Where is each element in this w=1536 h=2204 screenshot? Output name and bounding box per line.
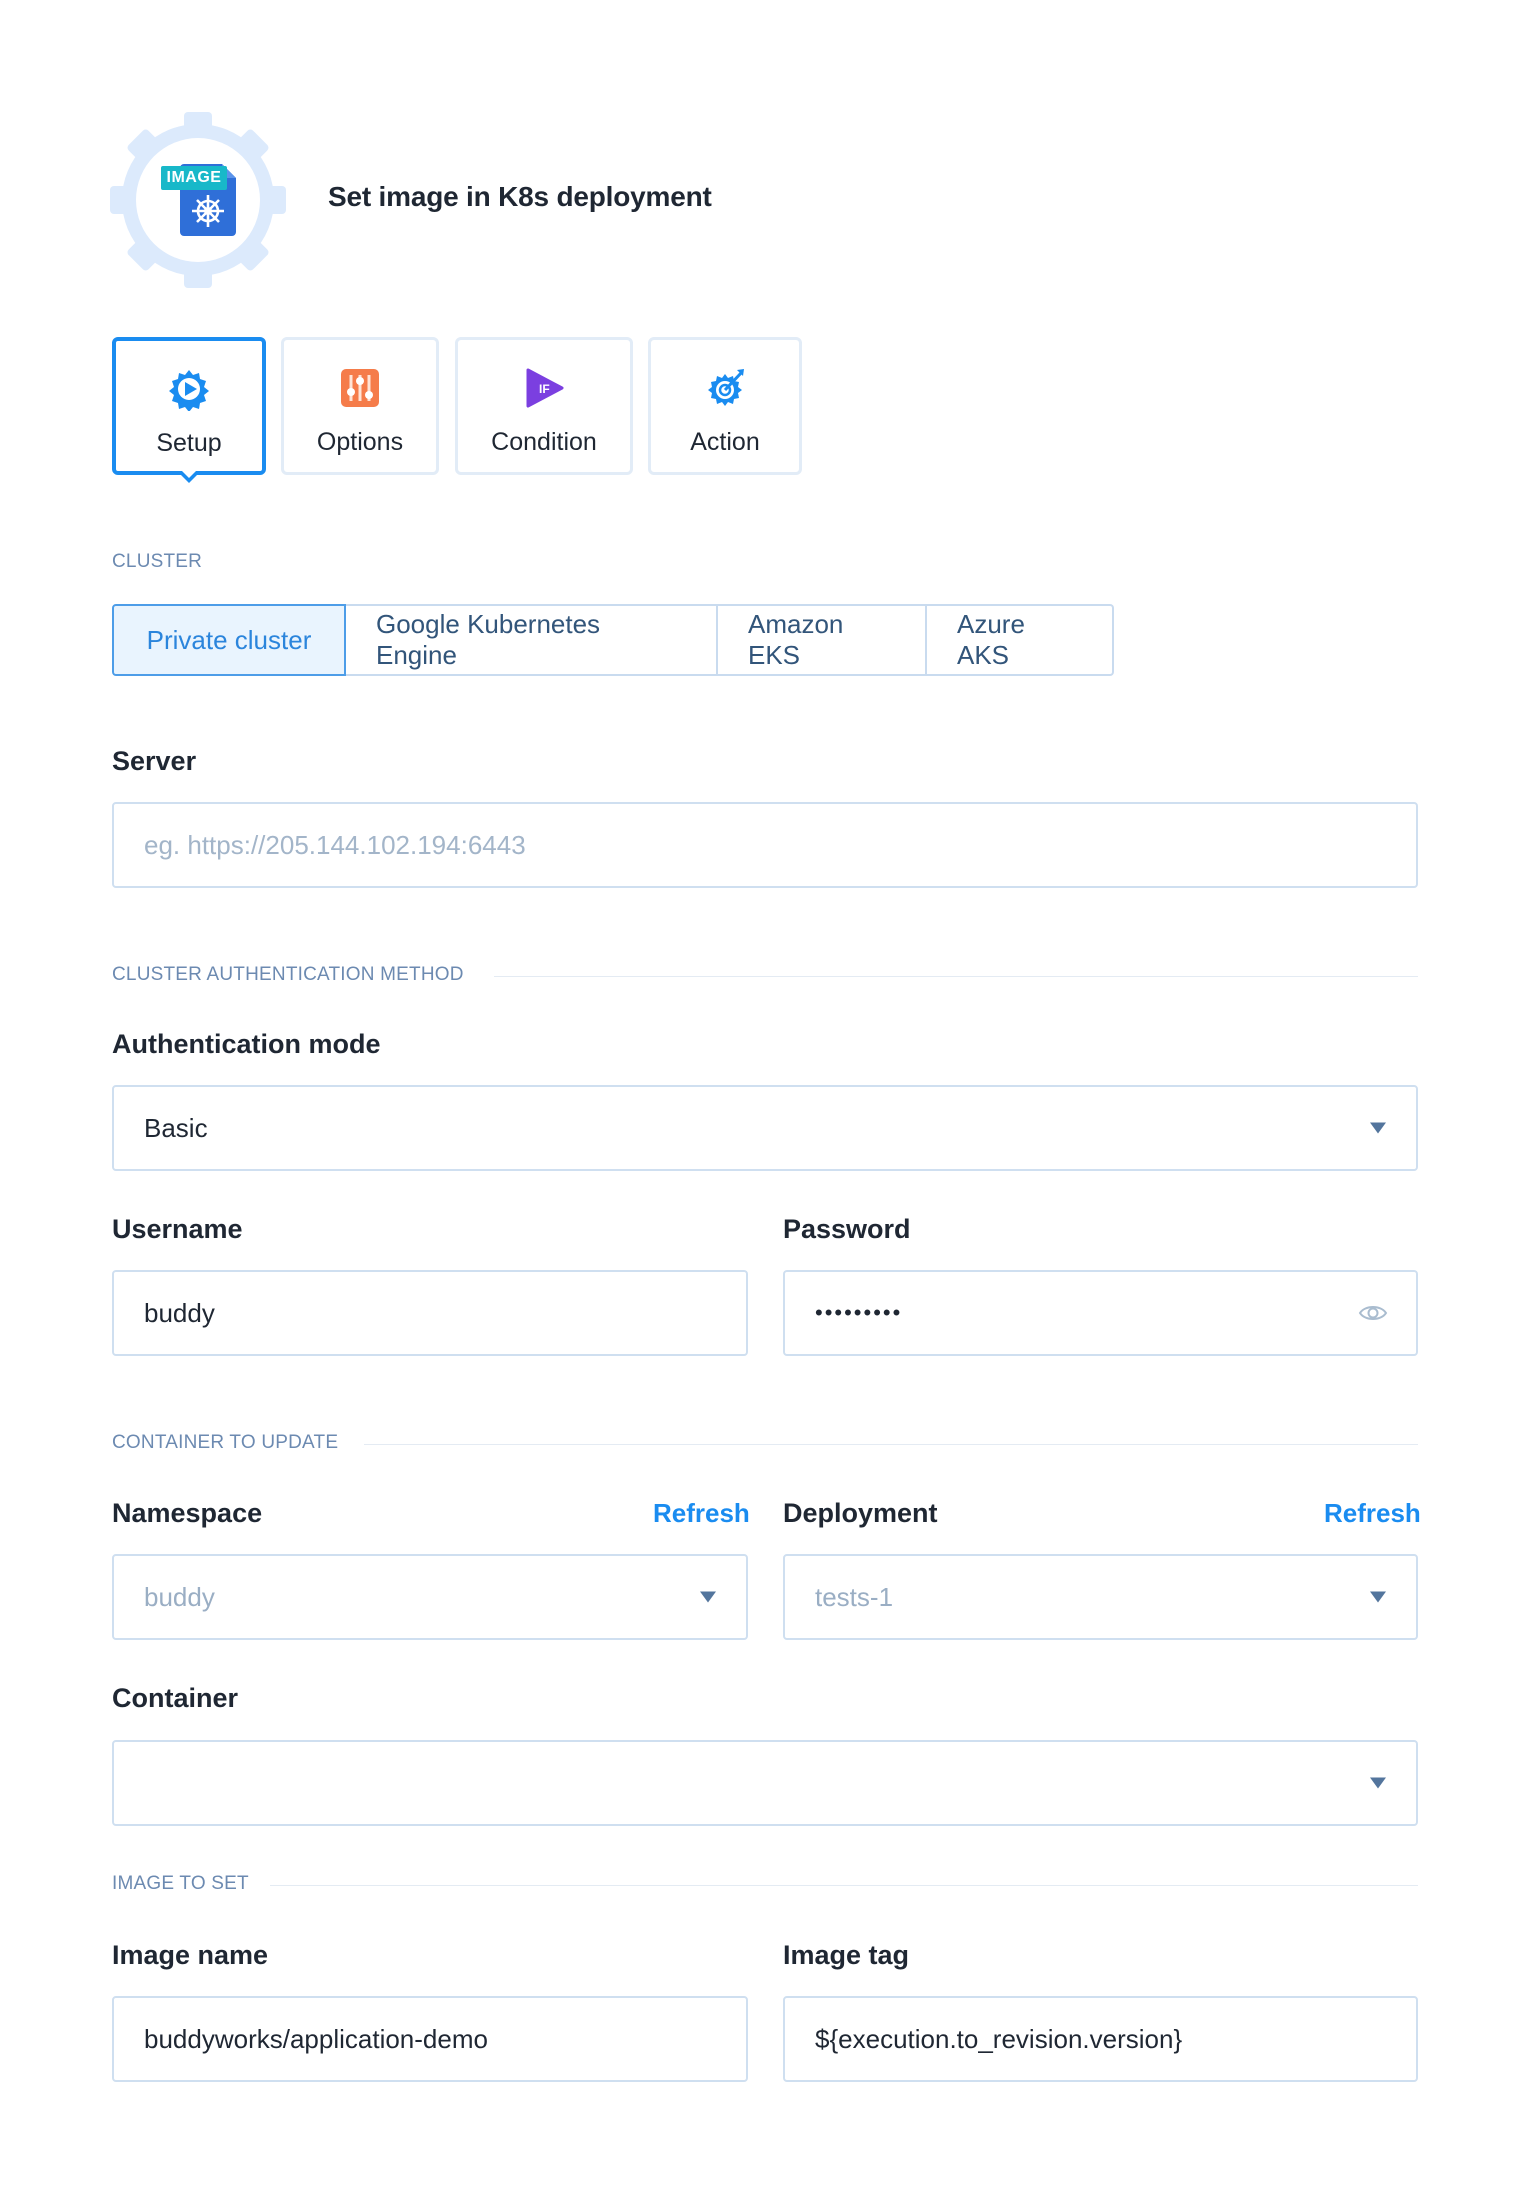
section-divider <box>364 1444 1418 1445</box>
cluster-option-gke[interactable]: Google Kubernetes Engine <box>346 604 718 676</box>
image-tag-input[interactable]: ${execution.to_revision.version} <box>783 1996 1418 2082</box>
tab-label: Setup <box>156 429 222 457</box>
server-input[interactable]: eg. https://205.144.102.194:6443 <box>112 802 1418 888</box>
tab-options[interactable]: Options <box>281 337 439 475</box>
cluster-option-private[interactable]: Private cluster <box>112 604 346 676</box>
tab-label: Condition <box>491 428 597 456</box>
image-name-value: buddyworks/application-demo <box>144 2023 488 2054</box>
cluster-selector: Private cluster Google Kubernetes Engine… <box>112 604 1114 676</box>
chevron-down-icon <box>1370 1777 1386 1789</box>
section-divider <box>494 976 1418 977</box>
chevron-down-icon <box>700 1591 716 1603</box>
container-select[interactable] <box>112 1740 1418 1826</box>
auth-mode-label: Authentication mode <box>112 1029 381 1059</box>
image-tag-value: ${execution.to_revision.version} <box>815 2023 1183 2054</box>
namespace-refresh-link[interactable]: Refresh <box>653 1498 750 1529</box>
username-label: Username <box>112 1214 243 1244</box>
password-label: Password <box>783 1214 911 1244</box>
image-tag-label: Image tag <box>783 1940 910 1970</box>
svg-text:IF: IF <box>539 382 550 396</box>
image-name-label: Image name <box>112 1940 269 1970</box>
auth-mode-value: Basic <box>144 1112 208 1143</box>
username-input[interactable]: buddy <box>112 1270 748 1356</box>
cluster-option-aks[interactable]: Azure AKS <box>927 604 1114 676</box>
section-label-container: CONTAINER TO UPDATE <box>112 1432 339 1453</box>
password-input[interactable]: ••••••••• <box>783 1270 1418 1356</box>
play-gear-icon <box>167 367 211 411</box>
container-label: Container <box>112 1683 239 1713</box>
deployment-select[interactable]: tests-1 <box>783 1554 1418 1640</box>
image-name-input[interactable]: buddyworks/application-demo <box>112 1996 748 2082</box>
sliders-icon <box>338 366 382 410</box>
tab-action[interactable]: Action <box>648 337 802 475</box>
chevron-down-icon <box>1370 1122 1386 1134</box>
if-play-icon: IF <box>522 366 566 410</box>
namespace-select[interactable]: buddy <box>112 1554 748 1640</box>
image-badge: IMAGE <box>161 166 227 190</box>
password-value: ••••••••• <box>815 1300 903 1325</box>
deployment-label: Deployment <box>783 1498 938 1528</box>
auth-mode-select[interactable]: Basic <box>112 1085 1418 1171</box>
chevron-down-icon <box>1370 1591 1386 1603</box>
namespace-value: buddy <box>144 1581 215 1612</box>
section-label-image: IMAGE TO SET <box>112 1873 249 1894</box>
tab-label: Options <box>316 428 404 456</box>
section-label-cluster: CLUSTER <box>112 551 203 572</box>
tab-condition[interactable]: IF Condition <box>455 337 633 475</box>
cluster-option-eks[interactable]: Amazon EKS <box>718 604 927 676</box>
tab-setup[interactable]: Setup <box>112 337 266 475</box>
tab-label: Action <box>690 428 760 456</box>
show-password-icon[interactable] <box>1358 1298 1388 1328</box>
deployment-value: tests-1 <box>815 1581 894 1612</box>
username-value: buddy <box>144 1297 215 1328</box>
section-divider <box>270 1885 1418 1886</box>
server-label: Server <box>112 746 197 776</box>
namespace-label: Namespace <box>112 1498 263 1528</box>
action-title: Set image in K8s deployment <box>328 181 712 212</box>
target-gear-icon <box>703 366 747 410</box>
deployment-refresh-link[interactable]: Refresh <box>1324 1498 1421 1529</box>
section-label-auth: CLUSTER AUTHENTICATION METHOD <box>112 964 464 985</box>
